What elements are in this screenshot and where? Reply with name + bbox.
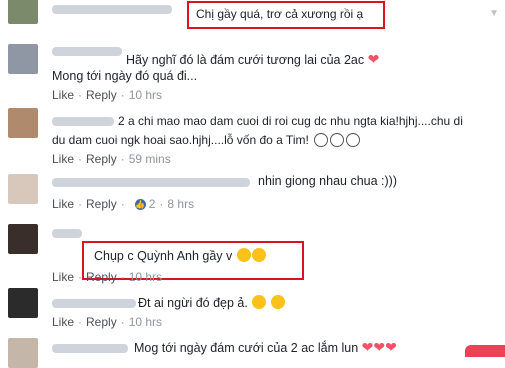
- like-link[interactable]: Like: [52, 197, 74, 211]
- tears-of-joy-emoji: [251, 248, 266, 262]
- comment: Mog tới ngày đám cưới của 2 ac lắm lun ❤…: [0, 332, 505, 368]
- face-outline-emoji: [346, 133, 361, 147]
- comment-text: nhin giong nhau chua :))): [258, 174, 397, 188]
- heart-icon: ❤: [367, 51, 380, 67]
- avatar[interactable]: [8, 44, 38, 74]
- avatar[interactable]: [8, 0, 38, 24]
- reply-link[interactable]: Reply: [86, 88, 117, 102]
- tears-of-joy-emoji: [236, 248, 251, 262]
- comment-actions: Like · Reply · 👍 2 · 8 hrs: [52, 197, 195, 211]
- reply-link[interactable]: Reply: [86, 270, 117, 284]
- timestamp[interactable]: 59 mins: [129, 152, 171, 166]
- comment-text-line: 2 a chi mao mao dam cuoi di roi cug dc n…: [118, 114, 463, 128]
- like-count[interactable]: 2: [149, 197, 156, 211]
- red-overlay-shape: [465, 345, 505, 357]
- commenter-name[interactable]: [52, 344, 128, 353]
- grinning-emoji: [252, 295, 267, 309]
- timestamp[interactable]: 10 hrs: [129, 315, 162, 329]
- commenter-name[interactable]: [52, 229, 82, 238]
- heart-icon: ❤: [361, 339, 374, 355]
- commenter-name[interactable]: [52, 178, 250, 187]
- comment-text: Chụp c Quỳnh Anh gầy v: [94, 248, 266, 265]
- comment: Hãy nghĩ đó là đám cưới tương lai của 2a…: [0, 38, 505, 104]
- reply-link[interactable]: Reply: [86, 315, 117, 329]
- thumbs-up-icon: 👍: [134, 198, 146, 210]
- grinning-emoji: [270, 295, 285, 309]
- timestamp[interactable]: 10 hrs: [129, 270, 162, 284]
- heart-icon: ❤: [385, 339, 397, 355]
- commenter-name[interactable]: [52, 299, 136, 308]
- like-link[interactable]: Like: [52, 315, 74, 329]
- comment: 2 a chi mao mao dam cuoi di roi cug dc n…: [0, 106, 505, 168]
- avatar[interactable]: [8, 224, 38, 254]
- comment: Chụp c Quỳnh Anh gầy v Like · Reply · 10 h…: [0, 224, 505, 284]
- comment-actions: Like · Reply · 10 hrs: [52, 88, 163, 102]
- reply-link[interactable]: Reply: [86, 197, 117, 211]
- chevron-down-icon[interactable]: ▼: [489, 8, 499, 19]
- avatar[interactable]: [8, 338, 38, 368]
- like-link[interactable]: Like: [52, 88, 74, 102]
- comment-text: Đt ai ngừi đó đẹp ả.: [138, 295, 285, 312]
- comment: Chị gầy quá, trơ cả xương rồi ạ ▼: [0, 0, 505, 34]
- heart-icon: ❤: [373, 339, 386, 355]
- comment-text-line: du dam cuoi ngk hoai sao.hjhj....lỗ vốn …: [52, 132, 361, 149]
- comment-text-line: Hãy nghĩ đó là đám cưới tương lai của 2a…: [126, 51, 380, 67]
- timestamp[interactable]: 10 hrs: [129, 88, 162, 102]
- reply-link[interactable]: Reply: [86, 152, 117, 166]
- commenter-name[interactable]: [52, 47, 122, 56]
- avatar[interactable]: [8, 108, 38, 138]
- commenter-name[interactable]: [52, 117, 114, 126]
- avatar[interactable]: [8, 288, 38, 318]
- comment-text-line: Mong tới ngày đó quá đi...: [52, 69, 198, 83]
- comment-actions: Like · Reply · 59 mins: [52, 152, 171, 166]
- avatar[interactable]: [8, 174, 38, 204]
- face-outline-emoji: [314, 133, 329, 147]
- comment-text: Chị gầy quá, trơ cả xương rồi ạ: [196, 7, 364, 21]
- like-link[interactable]: Like: [52, 270, 74, 284]
- comment: Đt ai ngừi đó đẹp ả. Like · Reply · 10 hrs: [0, 286, 505, 330]
- timestamp[interactable]: 8 hrs: [167, 197, 194, 211]
- comment-actions: Like · Reply · 10 hrs: [52, 315, 163, 329]
- comment-actions: Like · Reply · 10 hrs: [52, 270, 163, 284]
- commenter-name[interactable]: [52, 5, 172, 14]
- like-link[interactable]: Like: [52, 152, 74, 166]
- comment-text: Mog tới ngày đám cưới của 2 ac lắm lun ❤…: [134, 339, 397, 355]
- comment: nhin giong nhau chua :))) Like · Reply · 👍…: [0, 170, 505, 214]
- face-outline-emoji: [330, 133, 345, 147]
